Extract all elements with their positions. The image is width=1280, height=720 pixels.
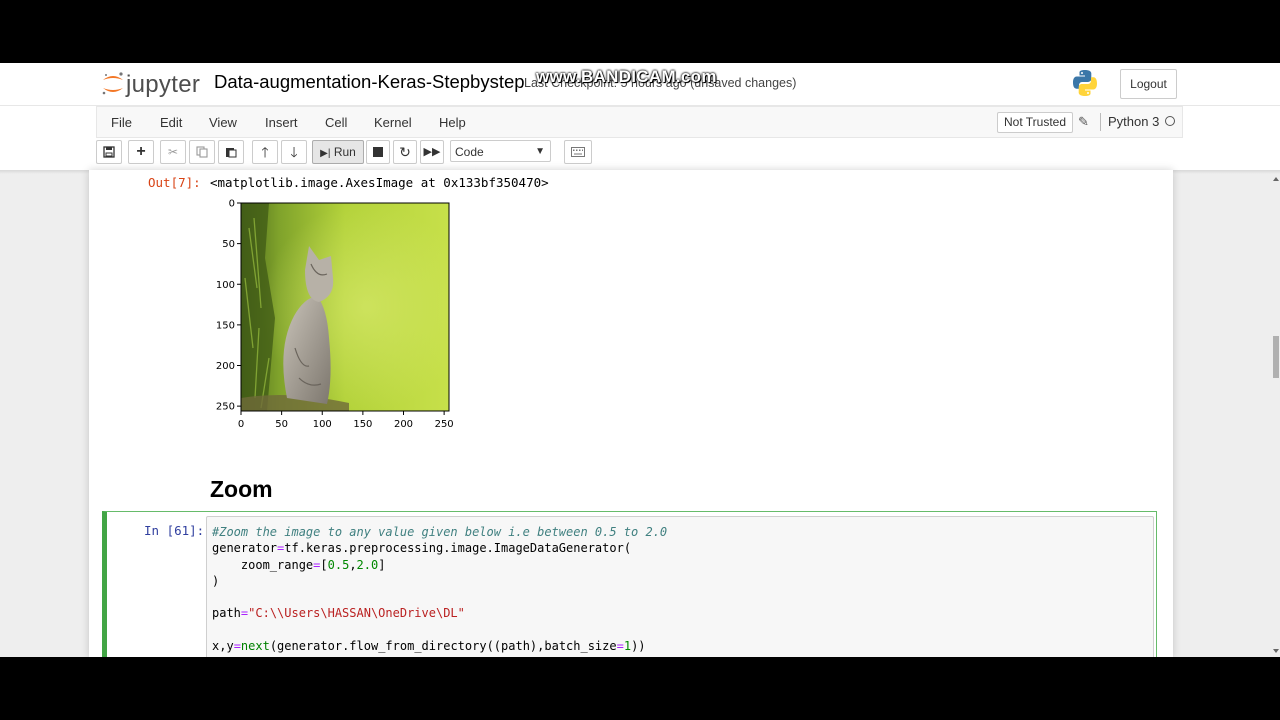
- move-down-button[interactable]: 🡓: [281, 140, 307, 164]
- menu-help[interactable]: Help: [439, 115, 466, 130]
- plus-icon: +: [136, 143, 146, 160]
- menu-insert[interactable]: Insert: [265, 115, 298, 130]
- recording-watermark: www.BANDICAM.com: [536, 67, 717, 86]
- kitten-image: [241, 203, 449, 411]
- logout-button[interactable]: Logout: [1120, 69, 1177, 99]
- fast-forward-icon: ▶▶: [423, 146, 441, 158]
- jupyter-mark-icon: [102, 72, 123, 95]
- y-tick-label: 150: [216, 320, 235, 331]
- menu-kernel[interactable]: Kernel: [374, 115, 412, 130]
- cell-type-select[interactable]: Code ▼: [450, 140, 551, 162]
- jupyter-window: jupyter Data-augmentation-Keras-Stepbyst…: [0, 63, 1280, 657]
- x-axis: 0 50 100 150 200 250: [238, 411, 454, 430]
- cut-button[interactable]: ✂: [160, 140, 186, 164]
- restart-run-all-button[interactable]: ▶▶: [420, 140, 444, 164]
- code-line: path="C:\\Users\HASSAN\OneDrive\DL": [212, 606, 465, 621]
- x-tick-label: 100: [313, 419, 332, 430]
- logo-text: jupyter: [126, 71, 201, 98]
- x-tick-label: 50: [275, 419, 288, 430]
- insert-cell-button[interactable]: +: [128, 140, 154, 164]
- x-tick-label: 0: [238, 419, 244, 430]
- markdown-heading: Zoom: [210, 476, 273, 502]
- keyboard-icon: [571, 147, 585, 157]
- y-tick-label: 200: [216, 361, 235, 372]
- scroll-down-icon[interactable]: [1273, 649, 1279, 653]
- x-tick-label: 200: [394, 419, 413, 430]
- restart-button[interactable]: ↻: [393, 140, 417, 164]
- menu-file[interactable]: File: [111, 115, 132, 130]
- scrollbar-thumb[interactable]: [1273, 336, 1279, 378]
- kernel-name[interactable]: Python 3: [1108, 114, 1159, 129]
- edit-pencil-icon[interactable]: ✎: [1078, 114, 1089, 130]
- x-tick-label: 250: [435, 419, 454, 430]
- run-icon: ▶|: [320, 148, 331, 159]
- kernel-idle-indicator-icon: [1165, 116, 1175, 126]
- copy-icon: [196, 146, 208, 158]
- python-logo-icon: [1073, 70, 1097, 96]
- run-label: Run: [333, 145, 356, 159]
- jupyter-logo[interactable]: jupyter: [100, 69, 204, 99]
- code-line: zoom_range=[0.5,2.0]: [212, 557, 386, 572]
- cell-type-value: Code: [455, 145, 484, 159]
- code-editor[interactable]: #Zoom the image to any value given below…: [206, 516, 1154, 657]
- scroll-up-icon[interactable]: [1273, 177, 1279, 181]
- interrupt-button[interactable]: [366, 140, 390, 164]
- x-tick-label: 150: [353, 419, 372, 430]
- run-button[interactable]: ▶| Run: [312, 140, 364, 164]
- paste-icon: [226, 148, 237, 158]
- y-tick-label: 100: [216, 280, 235, 291]
- code-line: x,y=next(generator.flow_from_directory((…: [212, 639, 646, 654]
- menubar: File Edit View Insert Cell Kernel Help N…: [96, 106, 1183, 138]
- y-tick-label: 250: [216, 402, 235, 413]
- code-line: #Zoom the image to any value given below…: [212, 525, 668, 539]
- menubar-container: File Edit View Insert Cell Kernel Help N…: [0, 106, 1280, 170]
- kernel-separator: [1100, 113, 1101, 131]
- y-axis: 0 50 100 150 200 250: [216, 199, 241, 413]
- menu-edit[interactable]: Edit: [160, 115, 182, 130]
- menu-view[interactable]: View: [209, 115, 237, 130]
- not-trusted-button[interactable]: Not Trusted: [997, 112, 1074, 133]
- image-plot: 0 50 100 150 200 250 0 50 100 150 200 250: [216, 199, 454, 431]
- code-text[interactable]: #Zoom the image to any value given below…: [212, 524, 667, 654]
- paste-button[interactable]: [218, 140, 244, 164]
- header: jupyter Data-augmentation-Keras-Stepbyst…: [0, 63, 1280, 105]
- arrow-up-icon: 🡑: [261, 144, 269, 160]
- notebook-name[interactable]: Data-augmentation-Keras-Stepbystep: [214, 71, 525, 93]
- restart-icon: ↻: [399, 144, 411, 160]
- code-cell-selected[interactable]: In [61]: #Zoom the image to any value gi…: [102, 511, 1157, 657]
- copy-button[interactable]: [189, 140, 215, 164]
- notebook-page[interactable]: Out[7]: <matplotlib.image.AxesImage at 0…: [89, 170, 1173, 657]
- stop-icon: [373, 147, 383, 157]
- scissors-icon: ✂: [167, 145, 179, 159]
- move-up-button[interactable]: 🡑: [252, 140, 278, 164]
- command-palette-button[interactable]: [564, 140, 592, 164]
- y-tick-label: 50: [222, 239, 235, 250]
- code-line: ): [212, 573, 220, 588]
- y-tick-label: 0: [229, 199, 235, 210]
- save-button[interactable]: [96, 140, 122, 164]
- menu-cell[interactable]: Cell: [325, 115, 347, 130]
- code-line: generator=tf.keras.preprocessing.image.I…: [212, 541, 632, 556]
- input-prompt: In [61]:: [144, 523, 205, 538]
- output-prompt: Out[7]:: [148, 175, 201, 190]
- save-icon: [103, 146, 115, 158]
- chevron-down-icon: ▼: [535, 146, 545, 157]
- arrow-down-icon: 🡓: [290, 144, 298, 160]
- output-text: <matplotlib.image.AxesImage at 0x133bf35…: [210, 175, 549, 190]
